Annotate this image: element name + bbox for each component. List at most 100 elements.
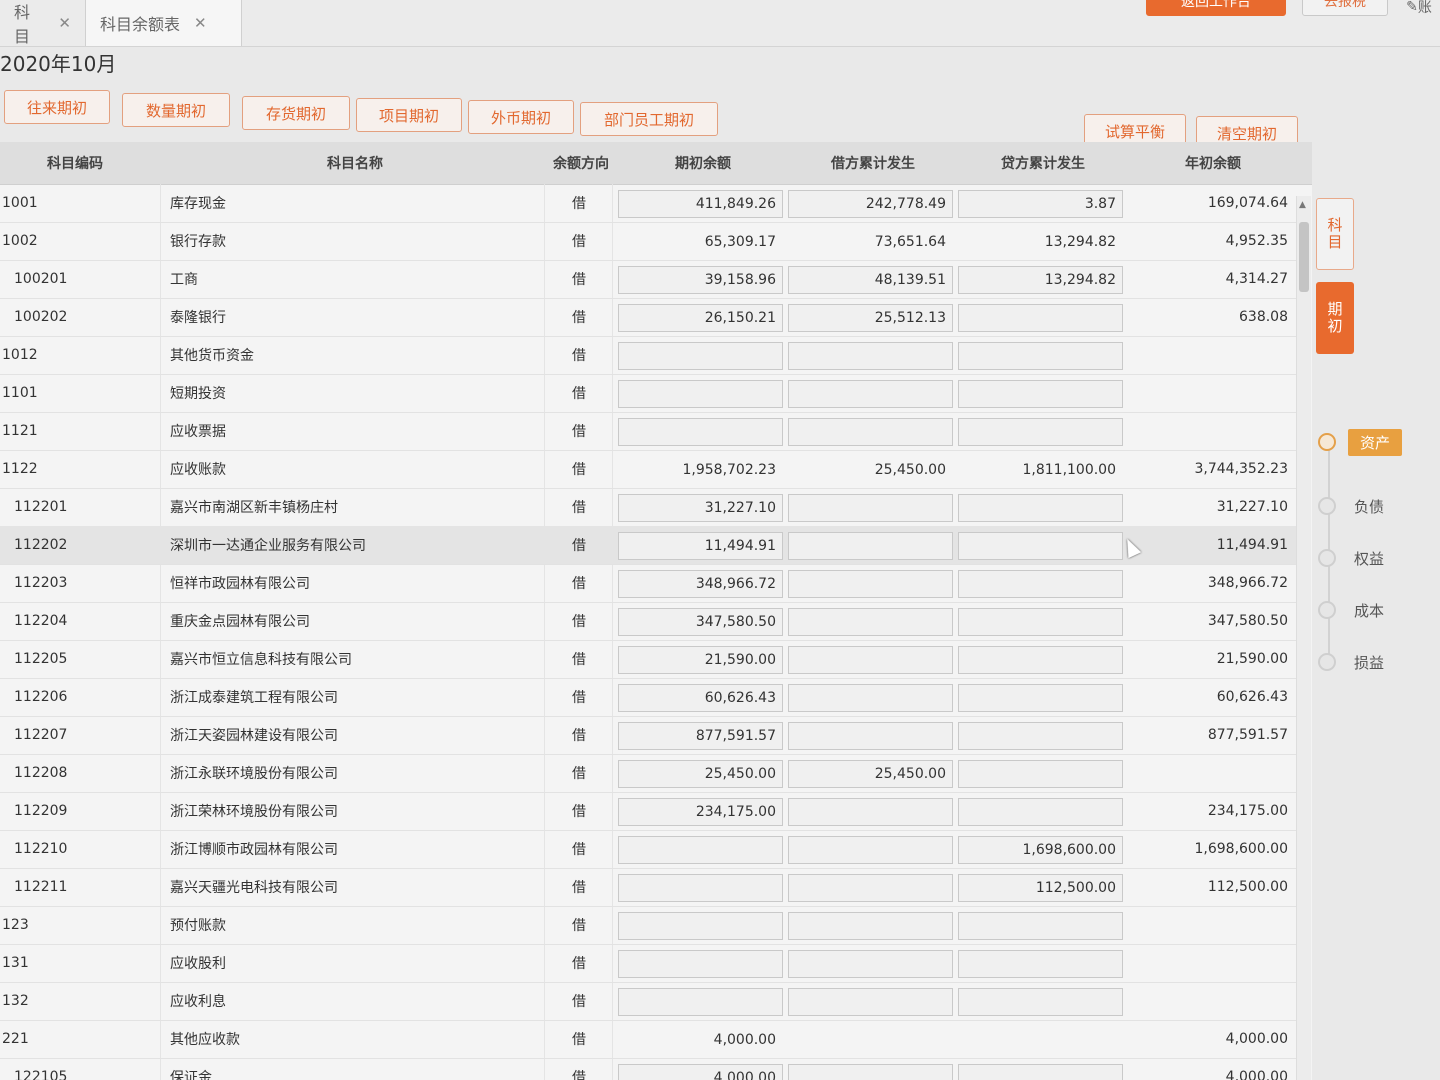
debit-accumulated-input[interactable]	[788, 494, 953, 522]
debit-accumulated-input[interactable]: 25,512.13	[788, 304, 953, 332]
debit-accumulated-input[interactable]	[788, 570, 953, 598]
col-credit[interactable]: 贷方累计发生	[958, 142, 1128, 184]
credit-accumulated-input[interactable]	[958, 608, 1123, 636]
opening-balance-input[interactable]: 234,175.00	[618, 798, 783, 826]
debit-accumulated-input[interactable]	[788, 988, 953, 1016]
table-row[interactable]: 112201 嘉兴市南湖区新丰镇杨庄村 借 31,227.10 31,227.10	[0, 488, 1296, 527]
opening-balance-input[interactable]	[618, 836, 783, 864]
opening-balance-input[interactable]: 31,227.10	[618, 494, 783, 522]
col-debit[interactable]: 借方累计发生	[788, 142, 958, 184]
tab-subject-balance[interactable]: 科目余额表 ✕	[86, 0, 242, 46]
credit-accumulated-input[interactable]	[958, 988, 1123, 1016]
col-opening[interactable]: 期初余额	[618, 142, 788, 184]
ar-ap-opening-button[interactable]: 往来期初	[4, 90, 110, 124]
table-row[interactable]: 112208 浙江永联环境股份有限公司 借 25,450.00 25,450.00	[0, 754, 1296, 793]
credit-accumulated-input[interactable]	[958, 342, 1123, 370]
opening-balance-input[interactable]	[618, 418, 783, 446]
credit-accumulated-input[interactable]: 1,811,100.00	[958, 456, 1123, 484]
table-row[interactable]: 1122 应收账款 借 1,958,702.23 25,450.00 1,811,100.…	[0, 450, 1296, 489]
debit-accumulated-input[interactable]	[788, 684, 953, 712]
project-opening-button[interactable]: 项目期初	[356, 98, 462, 132]
credit-accumulated-input[interactable]	[958, 494, 1123, 522]
opening-balance-input[interactable]: 347,580.50	[618, 608, 783, 636]
opening-balance-input[interactable]: 411,849.26	[618, 190, 783, 218]
opening-balance-input[interactable]: 26,150.21	[618, 304, 783, 332]
close-icon[interactable]: ✕	[58, 14, 71, 32]
opening-balance-input[interactable]: 25,450.00	[618, 760, 783, 788]
debit-accumulated-input[interactable]: 48,139.51	[788, 266, 953, 294]
credit-accumulated-input[interactable]	[958, 722, 1123, 750]
table-row[interactable]: 1101 短期投资 借	[0, 374, 1296, 413]
step-assets[interactable]: 资产	[1318, 428, 1403, 456]
credit-accumulated-input[interactable]	[958, 950, 1123, 978]
debit-accumulated-input[interactable]: 242,778.49	[788, 190, 953, 218]
inventory-opening-button[interactable]: 存货期初	[242, 96, 350, 130]
credit-accumulated-input[interactable]: 1,698,600.00	[958, 836, 1123, 864]
scroll-up-icon[interactable]: ▲	[1299, 200, 1306, 210]
credit-accumulated-input[interactable]: 3.87	[958, 190, 1123, 218]
credit-accumulated-input[interactable]	[958, 570, 1123, 598]
foreign-currency-opening-button[interactable]: 外币期初	[468, 100, 574, 134]
credit-accumulated-input[interactable]	[958, 912, 1123, 940]
opening-balance-input[interactable]: 65,309.17	[618, 228, 783, 256]
subject-side-button[interactable]: 科目	[1316, 198, 1354, 270]
table-row[interactable]: 131 应收股利 借	[0, 944, 1296, 983]
debit-accumulated-input[interactable]	[788, 912, 953, 940]
col-direction[interactable]: 余额方向	[548, 142, 614, 184]
debit-accumulated-input[interactable]: 25,450.00	[788, 456, 953, 484]
opening-side-button[interactable]: 期初	[1316, 282, 1354, 354]
close-icon[interactable]: ✕	[194, 14, 207, 32]
edit-button[interactable]: ✎ 账	[1398, 0, 1440, 20]
debit-accumulated-input[interactable]: 25,450.00	[788, 760, 953, 788]
table-row[interactable]: 1001 库存现金 借 411,849.26 242,778.49 3.87 169,074…	[0, 184, 1296, 223]
table-row[interactable]: 132 应收利息 借	[0, 982, 1296, 1021]
debit-accumulated-input[interactable]	[788, 380, 953, 408]
table-row[interactable]: 112204 重庆金点园林有限公司 借 347,580.50 347,580.50	[0, 602, 1296, 641]
opening-balance-input[interactable]	[618, 988, 783, 1016]
table-row[interactable]: 112205 嘉兴市恒立信息科技有限公司 借 21,590.00 21,590.00	[0, 640, 1296, 679]
credit-accumulated-input[interactable]	[958, 304, 1123, 332]
debit-accumulated-input[interactable]	[788, 874, 953, 902]
back-workbench-button[interactable]: 返回工作台	[1146, 0, 1286, 16]
debit-accumulated-input[interactable]	[788, 1064, 953, 1080]
opening-balance-input[interactable]: 11,494.91	[618, 532, 783, 560]
debit-accumulated-input[interactable]	[788, 950, 953, 978]
debit-accumulated-input[interactable]	[788, 798, 953, 826]
department-employee-opening-button[interactable]: 部门员工期初	[580, 102, 718, 136]
report-tax-button[interactable]: 去报税	[1302, 0, 1388, 16]
opening-balance-input[interactable]: 21,590.00	[618, 646, 783, 674]
table-row[interactable]: 122105 保证金 借 4,000.00 4,000.00	[0, 1058, 1296, 1080]
step-equity[interactable]: 权益	[1318, 546, 1384, 570]
tab-subject[interactable]: 科目 ✕	[0, 0, 86, 46]
table-row[interactable]: 1012 其他货币资金 借	[0, 336, 1296, 375]
opening-balance-input[interactable]: 4,000.00	[618, 1064, 783, 1080]
opening-balance-input[interactable]: 39,158.96	[618, 266, 783, 294]
debit-accumulated-input[interactable]	[788, 1026, 953, 1054]
opening-balance-input[interactable]: 1,958,702.23	[618, 456, 783, 484]
opening-balance-input[interactable]: 348,966.72	[618, 570, 783, 598]
debit-accumulated-input[interactable]	[788, 532, 953, 560]
credit-accumulated-input[interactable]	[958, 1064, 1123, 1080]
credit-accumulated-input[interactable]	[958, 798, 1123, 826]
table-row[interactable]: 1002 银行存款 借 65,309.17 73,651.64 13,294.82 4,95…	[0, 222, 1296, 261]
credit-accumulated-input[interactable]	[958, 760, 1123, 788]
debit-accumulated-input[interactable]	[788, 646, 953, 674]
scroll-thumb[interactable]	[1299, 222, 1309, 292]
table-row[interactable]: 221 其他应收款 借 4,000.00 4,000.00	[0, 1020, 1296, 1059]
debit-accumulated-input[interactable]	[788, 836, 953, 864]
opening-balance-input[interactable]	[618, 380, 783, 408]
table-row[interactable]: 112210 浙江博顺市政园林有限公司 借 1,698,600.00 1,698,600…	[0, 830, 1296, 869]
opening-balance-input[interactable]: 4,000.00	[618, 1026, 783, 1054]
opening-balance-input[interactable]	[618, 950, 783, 978]
quantity-opening-button[interactable]: 数量期初	[122, 93, 230, 127]
col-name[interactable]: 科目名称	[170, 142, 540, 184]
table-row[interactable]: 112203 恒祥市政园林有限公司 借 348,966.72 348,966.72	[0, 564, 1296, 603]
credit-accumulated-input[interactable]: 13,294.82	[958, 266, 1123, 294]
opening-balance-input[interactable]	[618, 342, 783, 370]
debit-accumulated-input[interactable]	[788, 608, 953, 636]
table-scrollbar[interactable]: ▲	[1296, 196, 1311, 1080]
opening-balance-input[interactable]: 60,626.43	[618, 684, 783, 712]
table-row[interactable]: 112209 浙江荣林环境股份有限公司 借 234,175.00 234,175.00	[0, 792, 1296, 831]
table-row[interactable]: 1121 应收票据 借	[0, 412, 1296, 451]
opening-balance-input[interactable]	[618, 912, 783, 940]
